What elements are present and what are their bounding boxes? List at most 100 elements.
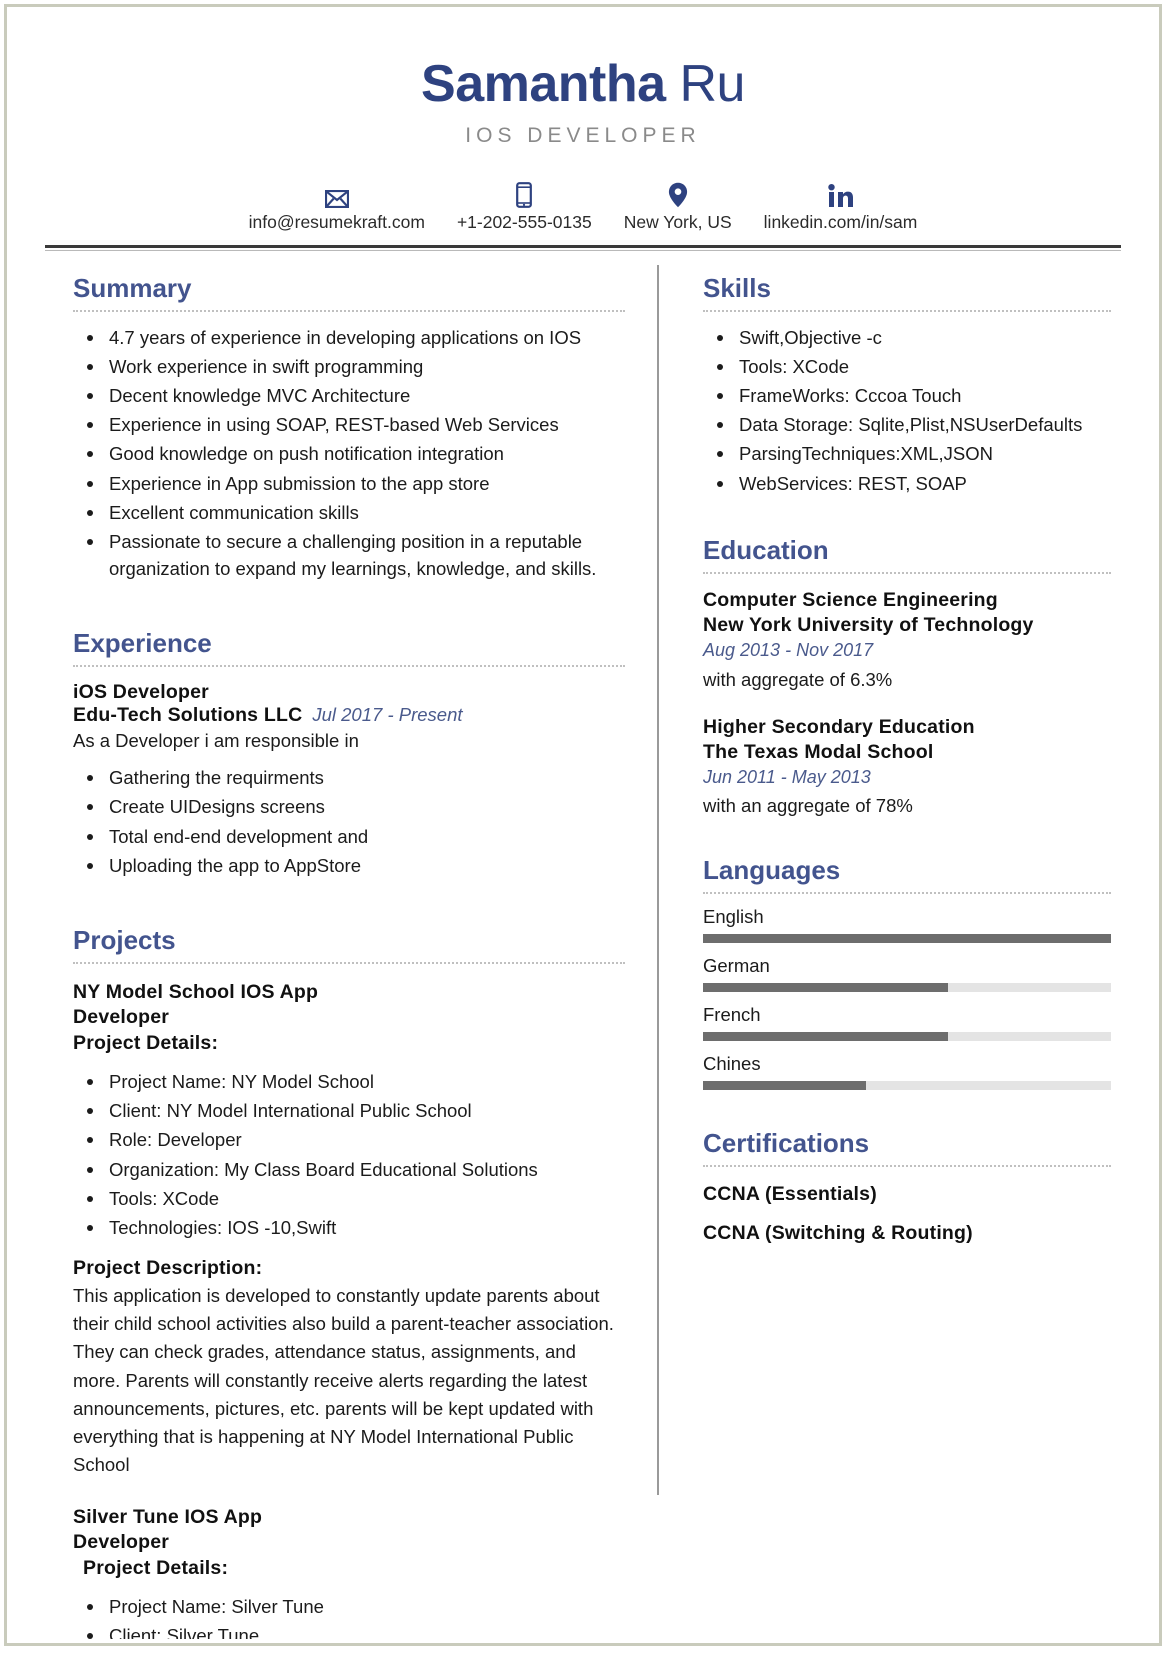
- language-name: French: [703, 1004, 761, 1026]
- candidate-first-name: Samantha: [421, 55, 666, 113]
- projects-heading: Projects: [73, 925, 176, 956]
- list-item: Create UIDesigns screens: [87, 793, 625, 820]
- candidate-last-name: Ru: [679, 55, 746, 113]
- list-item: Project Name: NY Model School: [87, 1068, 625, 1095]
- list-item: Uploading the app to AppStore: [87, 852, 625, 879]
- list-item: Decent knowledge MVC Architecture: [87, 382, 625, 409]
- list-item: FrameWorks: Cccoa Touch: [717, 382, 1111, 409]
- education-degree: Higher Secondary Education: [703, 715, 975, 738]
- right-column: Skills Swift,Objective -c Tools: XCode F…: [659, 251, 1155, 1567]
- certifications-heading-rule: [703, 1165, 1111, 1168]
- contact-phone[interactable]: +1-202-555-0135: [441, 181, 608, 233]
- experience-role: iOS Developer: [73, 681, 209, 704]
- education-item: Computer Science Engineering New York Un…: [703, 588, 1111, 691]
- skills-list: Swift,Objective -c Tools: XCode FrameWor…: [703, 324, 1111, 497]
- list-item: Role: Developer: [87, 1126, 625, 1153]
- experience-dates: Jul 2017 - Present: [312, 704, 463, 726]
- contact-location[interactable]: New York, US: [608, 182, 748, 233]
- contact-linkedin-text: linkedin.com/in/sam: [763, 211, 918, 232]
- resume-body: Summary 4.7 years of experience in devel…: [11, 251, 1155, 1639]
- project-title: Silver Tune IOS App: [73, 1505, 263, 1528]
- project-item: NY Model School IOS App Developer Projec…: [73, 980, 625, 1479]
- list-item: Experience in App submission to the app …: [87, 470, 625, 497]
- project-title: NY Model School IOS App: [73, 981, 319, 1004]
- experience-company-line: Edu-Tech Solutions LLC Jul 2017 - Present: [73, 704, 625, 727]
- language-bar-track: [703, 934, 1111, 944]
- language-name: Chines: [703, 1053, 761, 1075]
- language-item: Chines: [703, 1053, 1111, 1091]
- skills-heading: Skills: [703, 272, 771, 303]
- experience-heading: Experience: [73, 628, 212, 659]
- experience-list: Gathering the requirments Create UIDesig…: [73, 764, 625, 879]
- education-dates: Aug 2013 - Nov 2017: [703, 640, 874, 661]
- language-bar-fill: [703, 1081, 867, 1091]
- education-dates: Jun 2011 - May 2013: [703, 767, 871, 788]
- language-bar-fill: [703, 934, 1111, 944]
- list-item: Data Storage: Sqlite,Plist,NSUserDefault…: [717, 411, 1111, 438]
- section-languages: Languages English German French Chines: [703, 855, 1111, 1091]
- list-item: Tools: XCode: [87, 1185, 625, 1212]
- list-item: Client: NY Model International Public Sc…: [87, 1097, 625, 1124]
- language-item: German: [703, 955, 1111, 993]
- certifications-heading: Certifications: [703, 1128, 870, 1159]
- list-item: Passionate to secure a challenging posit…: [87, 528, 625, 582]
- language-bar-fill: [703, 983, 948, 993]
- skills-heading-rule: [703, 309, 1111, 312]
- project-role: Developer: [73, 1531, 170, 1554]
- section-certifications: Certifications CCNA (Essentials) CCNA (S…: [703, 1128, 1111, 1245]
- language-name: English: [703, 906, 764, 928]
- language-bar-fill: [703, 1032, 948, 1042]
- list-item: Total end-end development and: [87, 823, 625, 850]
- list-item: ParsingTechniques:XML,JSON: [717, 440, 1111, 467]
- email-icon: [324, 182, 349, 208]
- certification-item: CCNA (Essentials): [703, 1183, 877, 1206]
- left-column: Summary 4.7 years of experience in devel…: [11, 251, 657, 1639]
- project-role: Developer: [73, 1006, 170, 1029]
- project-description: This application is developed to constan…: [73, 1285, 614, 1475]
- certification-item: CCNA (Switching & Routing): [703, 1222, 973, 1245]
- list-item: Organization: My Class Board Educational…: [87, 1156, 625, 1183]
- language-item: English: [703, 906, 1111, 944]
- contact-row: info@resumekraft.com +1-202-555-0135 New…: [11, 181, 1155, 233]
- list-item: Tools: XCode: [717, 353, 1111, 380]
- list-item: Client: Silver Tune: [87, 1622, 625, 1639]
- contact-linkedin[interactable]: linkedin.com/in/sam: [748, 182, 934, 233]
- education-note: with aggregate of 6.3%: [703, 668, 893, 690]
- project-details-list: Project Name: NY Model School Client: NY…: [73, 1068, 625, 1241]
- resume-page: Samantha Ru IOS DEVELOPER info@resumekra…: [4, 4, 1162, 1646]
- project-details-label: Project Details:: [73, 1031, 219, 1054]
- list-item: 4.7 years of experience in developing ap…: [87, 324, 625, 351]
- list-item: Project Name: Silver Tune: [87, 1593, 625, 1620]
- phone-icon: [516, 181, 533, 208]
- list-item: Work experience in swift programming: [87, 353, 625, 380]
- experience-intro: As a Developer i am responsible in: [73, 730, 359, 752]
- location-icon: [668, 182, 688, 208]
- summary-heading: Summary: [73, 272, 192, 303]
- education-school: The Texas Modal School: [703, 740, 934, 763]
- list-item: Good knowledge on push notification inte…: [87, 440, 625, 467]
- contact-email[interactable]: info@resumekraft.com: [233, 182, 441, 233]
- experience-company: Edu-Tech Solutions LLC: [73, 704, 303, 727]
- linkedin-icon: [827, 182, 854, 208]
- list-item: Technologies: IOS -10,Swift: [87, 1214, 625, 1241]
- contact-phone-text: +1-202-555-0135: [456, 211, 592, 232]
- list-item: Gathering the requirments: [87, 764, 625, 791]
- project-item: Silver Tune IOS App Developer Project De…: [73, 1505, 625, 1639]
- section-summary: Summary 4.7 years of experience in devel…: [73, 273, 625, 583]
- language-bar-track: [703, 1032, 1111, 1042]
- section-projects: Projects NY Model School IOS App Develop…: [73, 925, 625, 1639]
- education-school: New York University of Technology: [703, 614, 1034, 637]
- contact-location-text: New York, US: [623, 211, 732, 232]
- language-bar-track: [703, 1081, 1111, 1091]
- language-bar-track: [703, 983, 1111, 993]
- languages-heading: Languages: [703, 855, 841, 886]
- candidate-job-title: IOS DEVELOPER: [465, 123, 701, 147]
- section-skills: Skills Swift,Objective -c Tools: XCode F…: [703, 273, 1111, 497]
- languages-heading-rule: [703, 892, 1111, 895]
- project-details-list: Project Name: Silver Tune Client: Silver…: [73, 1593, 625, 1639]
- education-degree: Computer Science Engineering: [703, 588, 998, 611]
- language-name: German: [703, 955, 770, 977]
- list-item: Excellent communication skills: [87, 499, 625, 526]
- projects-heading-rule: [73, 962, 625, 965]
- resume-page-inner: Samantha Ru IOS DEVELOPER info@resumekra…: [11, 11, 1155, 1639]
